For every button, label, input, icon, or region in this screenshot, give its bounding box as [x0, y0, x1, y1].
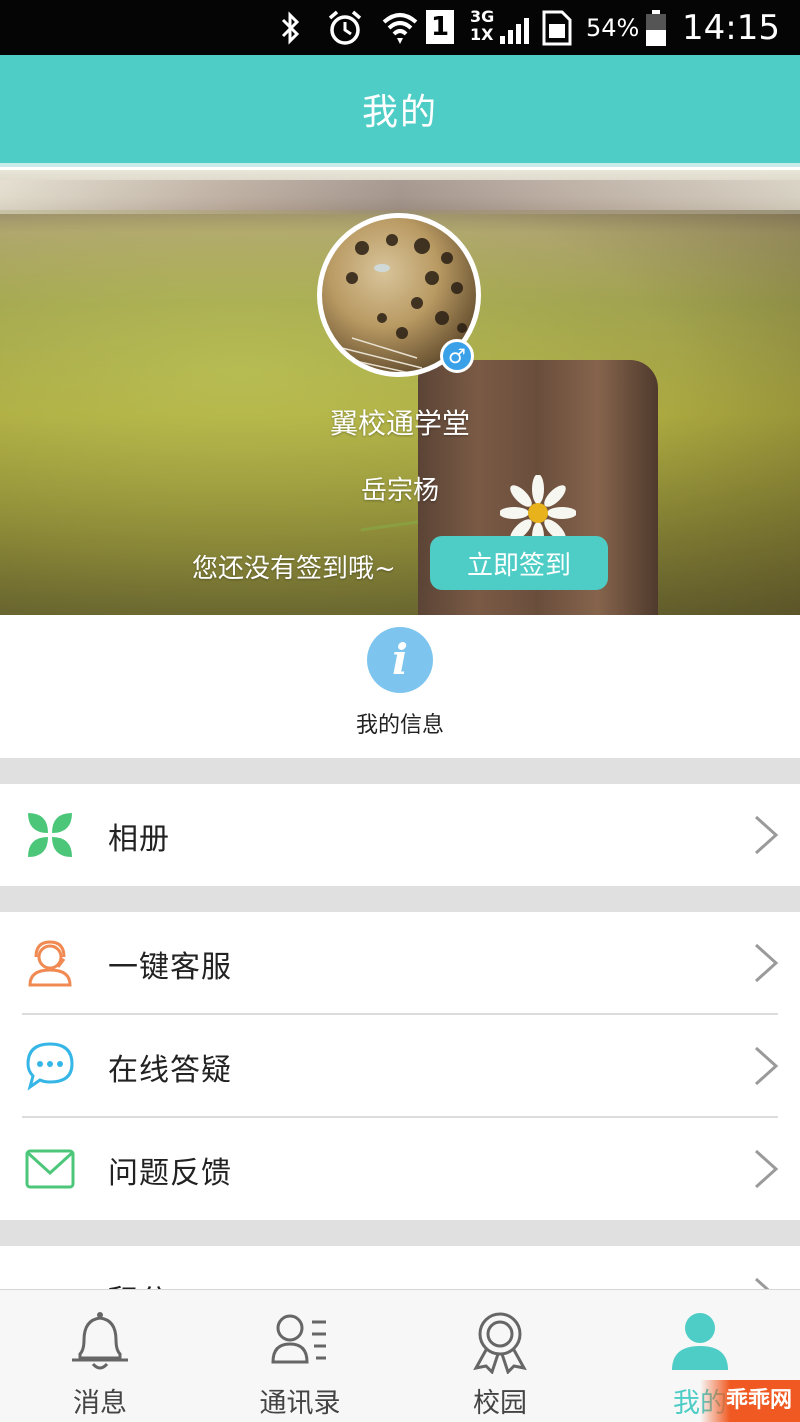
my-info-section[interactable]: i 我的信息 [0, 615, 800, 758]
customer-service-icon [28, 940, 72, 987]
user-name: 岳宗杨 [360, 476, 439, 506]
tab-messages[interactable]: 消息 [0, 1290, 200, 1422]
tab-label: 通讯录 [259, 1388, 341, 1419]
title-bar: 我的 [0, 55, 800, 167]
battery-percent: 54% [586, 14, 640, 42]
background-ridge [0, 180, 800, 214]
menu-item-label: 一键客服 [108, 950, 232, 985]
page-title: 我的 [361, 92, 438, 133]
menu-item-label: 相册 [108, 822, 170, 857]
watermark-logo: 乖乖网 [700, 1380, 800, 1422]
bottom-navigation: 消息 通讯录 校园 我的 [0, 1289, 800, 1422]
envelope-icon [25, 1149, 75, 1189]
wifi-icon [382, 13, 418, 44]
section-divider [0, 758, 800, 784]
chevron-right-icon [754, 815, 779, 855]
tab-label: 消息 [73, 1388, 127, 1419]
bell-icon [72, 1312, 128, 1370]
menu-item-customer-service[interactable]: 一键客服 [0, 912, 800, 1014]
info-icon: i [367, 627, 433, 693]
menu-item-album[interactable]: 相册 [0, 784, 800, 886]
menu-item-label: 问题反馈 [108, 1156, 232, 1191]
chevron-right-icon [754, 1149, 779, 1189]
status-bar: 1 3G 1X 54% 14:15 [0, 0, 800, 55]
chevron-right-icon [754, 1046, 779, 1086]
signal-icon [500, 18, 529, 44]
battery-icon [646, 10, 666, 46]
school-name: 翼校通学堂 [329, 407, 470, 440]
network-type: 3G 1X [470, 7, 495, 44]
badge-icon [473, 1312, 527, 1374]
alarm-icon [328, 10, 362, 45]
signin-button[interactable]: 立即签到 [430, 536, 608, 590]
tab-label: 校园 [473, 1388, 527, 1419]
bluetooth-icon [281, 11, 300, 45]
sim-card-icon [542, 10, 572, 46]
album-clover-icon [28, 813, 72, 857]
signin-prompt: 您还没有签到哦~ [192, 554, 396, 584]
menu-item-online-qa[interactable]: 在线答疑 [0, 1015, 800, 1117]
menu-item-feedback[interactable]: 问题反馈 [0, 1118, 800, 1220]
chevron-right-icon [754, 943, 779, 983]
section-divider [0, 1220, 800, 1246]
tab-contacts[interactable]: 通讯录 [200, 1290, 400, 1422]
my-info-label: 我的信息 [355, 713, 444, 738]
person-icon [672, 1313, 728, 1370]
tab-campus[interactable]: 校园 [400, 1290, 600, 1422]
clock: 14:15 [682, 8, 780, 48]
male-gender-icon: ♂ [440, 339, 474, 373]
sim-icon: 1 [426, 10, 454, 44]
contacts-icon [271, 1314, 326, 1364]
chat-bubble-icon [26, 1042, 74, 1091]
menu-item-label: 在线答疑 [108, 1053, 232, 1088]
section-divider [0, 886, 800, 912]
